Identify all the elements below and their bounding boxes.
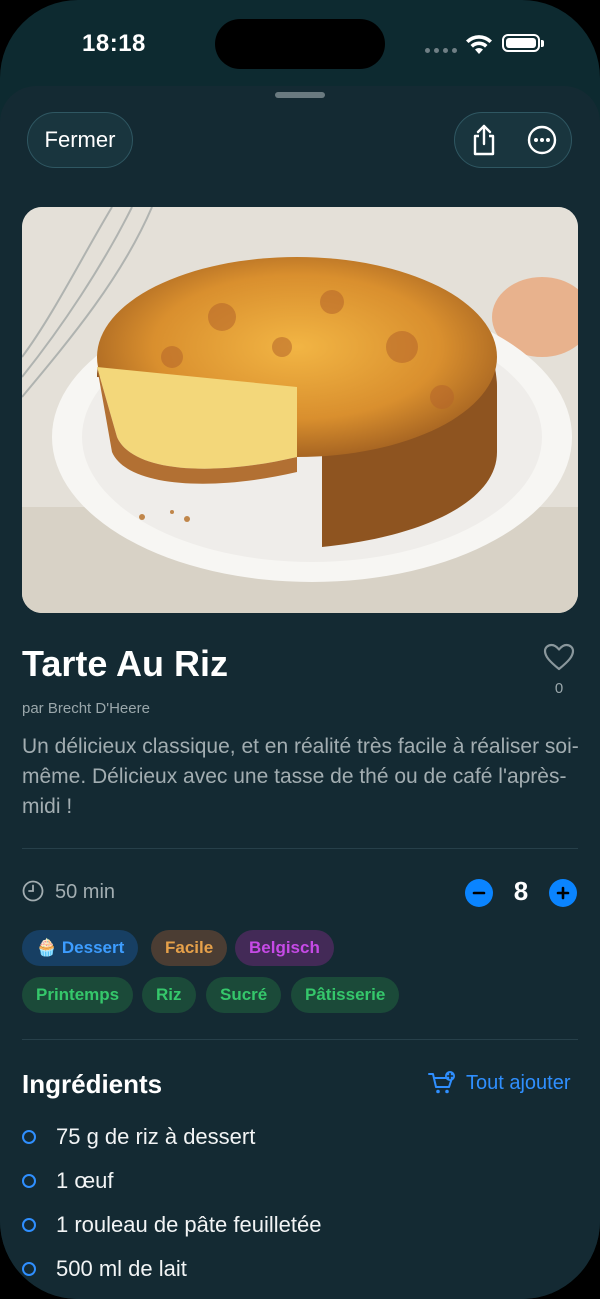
checkbox-circle-icon[interactable]: [22, 1174, 36, 1188]
ellipsis-circle-icon: [527, 125, 557, 155]
clock-icon: [22, 880, 44, 902]
tag-facile[interactable]: Facile: [151, 930, 228, 966]
recipe-author: par Brecht D'Heere: [22, 700, 150, 717]
battery-icon: [502, 34, 544, 52]
divider: [22, 848, 578, 849]
favorite-count: 0: [554, 680, 564, 697]
cellular-signal-icon: [425, 48, 457, 53]
share-icon: [473, 124, 495, 156]
tag-dessert[interactable]: 🧁 Dessert: [22, 930, 139, 966]
increase-servings-button[interactable]: [549, 879, 577, 907]
status-time: 18:18: [82, 30, 146, 57]
tag-printemps[interactable]: Printemps: [22, 977, 134, 1013]
add-all-label: Tout ajouter: [466, 1071, 571, 1094]
dynamic-island: [215, 19, 385, 69]
divider: [22, 1039, 578, 1040]
checkbox-circle-icon[interactable]: [22, 1130, 36, 1144]
checkbox-circle-icon[interactable]: [22, 1262, 36, 1276]
ingredient-item[interactable]: 1 œuf: [22, 1159, 321, 1203]
plus-icon: [556, 886, 570, 900]
ingredients-heading: Ingrédients: [22, 1069, 163, 1099]
heart-icon: [543, 643, 575, 671]
recipe-title: Tarte Au Riz: [22, 643, 229, 684]
ingredient-label: 75 g de riz à dessert: [56, 1124, 256, 1149]
ingredient-label: 1 rouleau de pâte feuilletée: [56, 1212, 322, 1237]
tag-riz[interactable]: Riz: [142, 977, 196, 1013]
tag-sucre[interactable]: Sucré: [206, 977, 282, 1013]
more-button[interactable]: [513, 112, 571, 168]
duration-label: 50 min: [55, 881, 116, 903]
minus-icon: [472, 891, 486, 895]
ingredient-list: 75 g de riz à dessert 1 œuf 1 rouleau de…: [22, 1115, 321, 1291]
rice-tart-illustration: [22, 207, 578, 613]
recipe-photo: [22, 207, 578, 613]
decrease-servings-button[interactable]: [465, 879, 493, 907]
recipe-sheet: Fermer Tarte Au Riz par Brecht D'Heere 0…: [0, 86, 600, 1299]
ingredient-item[interactable]: 75 g de riz à dessert: [22, 1115, 321, 1159]
tag-belgisch[interactable]: Belgisch: [235, 930, 334, 966]
sheet-grabber[interactable]: [275, 92, 325, 98]
ingredient-item[interactable]: 500 ml de lait: [22, 1247, 321, 1291]
cart-add-icon: [428, 1071, 455, 1094]
add-all-button[interactable]: Tout ajouter: [428, 1071, 571, 1095]
share-button[interactable]: [455, 112, 513, 168]
phone-screen: 18:18 Fermer Tarte Au Riz par Brecht D'H…: [0, 0, 600, 1299]
wifi-icon: [466, 35, 492, 54]
checkbox-circle-icon[interactable]: [22, 1218, 36, 1232]
toolbar-actions: [454, 112, 572, 168]
servings-count: 8: [513, 876, 529, 906]
tag-patisserie[interactable]: Pâtisserie: [291, 977, 400, 1013]
favorite-button[interactable]: [540, 643, 578, 676]
ingredient-item[interactable]: 1 rouleau de pâte feuilletée: [22, 1203, 321, 1247]
ingredient-label: 500 ml de lait: [56, 1256, 187, 1281]
ingredient-label: 1 œuf: [56, 1168, 114, 1193]
recipe-description: Un délicieux classique, et en réalité tr…: [22, 735, 579, 818]
close-button[interactable]: Fermer: [27, 112, 133, 168]
